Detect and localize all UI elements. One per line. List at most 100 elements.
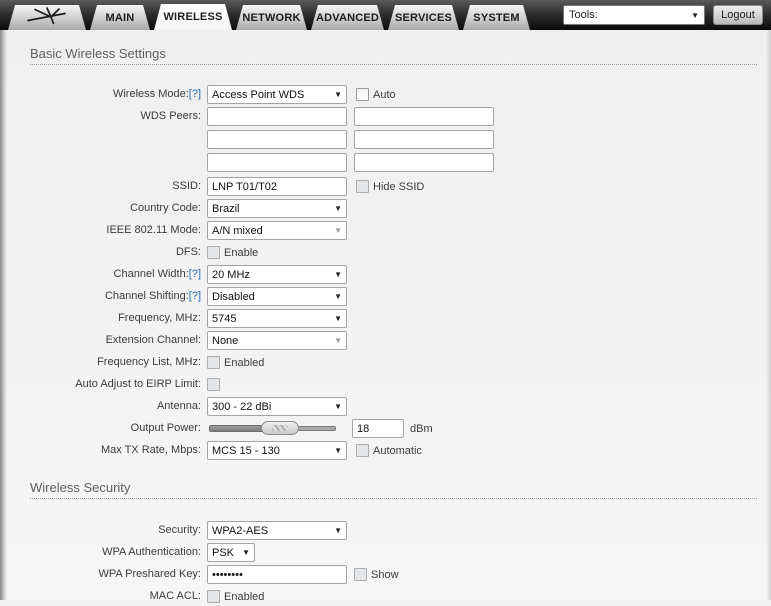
channel-width-label: Channel Width: <box>113 268 189 280</box>
frequency-list-label: Frequency List, MHz: <box>97 356 201 368</box>
mac-acl-row: MAC ACL: Enabled <box>0 587 771 606</box>
hide-ssid-checkbox[interactable] <box>356 180 369 193</box>
channel-width-select[interactable]: 20 MHz ▼ <box>207 265 347 284</box>
frequency-value: 5745 <box>212 312 237 325</box>
channel-shifting-row: Channel Shifting:[?] Disabled ▼ <box>0 287 771 306</box>
wireless-mode-auto-checkbox[interactable] <box>356 88 369 101</box>
top-navigation-bar: MAIN WIRELESS NETWORK ADVANCED SERVICES … <box>0 0 771 30</box>
output-power-unit: dBm <box>410 422 433 435</box>
tools-select-value: Tools: <box>569 9 598 21</box>
antenna-row: Antenna: 300 - 22 dBi ▼ <box>0 397 771 416</box>
output-power-input[interactable] <box>352 419 404 438</box>
ieee-mode-select: A/N mixed ▼ <box>207 221 347 240</box>
wds-peers-row: WDS Peers: <box>0 107 771 172</box>
dfs-label: DFS: <box>175 246 201 258</box>
dfs-enable-checkbox[interactable] <box>207 246 220 259</box>
wireless-mode-value: Access Point WDS <box>212 88 305 101</box>
chevron-down-icon: ▼ <box>242 547 250 557</box>
antenna-label: Antenna: <box>156 400 201 412</box>
wds-peer-input-2[interactable] <box>354 107 494 126</box>
ieee-mode-value: A/N mixed <box>212 224 263 237</box>
channel-width-value: 20 MHz <box>212 268 250 281</box>
tab-services[interactable]: SERVICES <box>388 5 459 30</box>
channel-width-help-link[interactable]: [?] <box>189 268 201 280</box>
frequency-list-enabled-checkbox[interactable] <box>207 356 220 369</box>
security-label: Security: <box>158 524 201 536</box>
chevron-down-icon: ▼ <box>334 269 342 279</box>
frequency-row: Frequency, MHz: 5745 ▼ <box>0 309 771 328</box>
frequency-list-row: Frequency List, MHz: Enabled <box>0 353 771 372</box>
wds-peer-input-1[interactable] <box>207 107 347 126</box>
security-row: Security: WPA2-AES ▼ <box>0 521 771 540</box>
page-content: Basic Wireless Settings Wireless Mode:[?… <box>0 30 771 603</box>
chevron-down-icon: ▼ <box>334 203 342 213</box>
frequency-list-enabled-label: Enabled <box>224 356 265 369</box>
wireless-mode-help-link[interactable]: [?] <box>189 88 201 100</box>
topbar-right-controls: Tools: ▼ Logout <box>563 5 763 25</box>
extension-channel-row: Extension Channel: None ▼ <box>0 331 771 350</box>
antenna-select[interactable]: 300 - 22 dBi ▼ <box>207 397 347 416</box>
extension-channel-select: None ▼ <box>207 331 347 350</box>
country-code-row: Country Code: Brazil ▼ <box>0 199 771 218</box>
slider-handle[interactable] <box>261 421 299 435</box>
wpa-preshared-key-row: WPA Preshared Key: Show <box>0 565 771 584</box>
eirp-limit-row: Auto Adjust to EIRP Limit: <box>0 375 771 394</box>
channel-shifting-select[interactable]: Disabled ▼ <box>207 287 347 306</box>
wds-peer-input-4[interactable] <box>354 130 494 149</box>
frequency-label: Frequency, MHz: <box>118 312 201 324</box>
ieee-mode-label: IEEE 802.11 Mode: <box>106 224 201 236</box>
tab-main[interactable]: MAIN <box>90 5 150 30</box>
country-code-select[interactable]: Brazil ▼ <box>207 199 347 218</box>
channel-shifting-label: Channel Shifting: <box>104 290 189 302</box>
mac-acl-label: MAC ACL: <box>149 590 201 602</box>
extension-channel-label: Extension Channel: <box>105 334 201 346</box>
show-key-checkbox[interactable] <box>354 568 367 581</box>
frequency-select[interactable]: 5745 ▼ <box>207 309 347 328</box>
eirp-limit-checkbox[interactable] <box>207 378 220 391</box>
slider-fill <box>209 425 265 432</box>
chevron-down-icon: ▼ <box>334 525 342 535</box>
max-tx-rate-automatic-checkbox[interactable] <box>356 444 369 457</box>
max-tx-rate-label: Max TX Rate, Mbps: <box>100 444 201 456</box>
hide-ssid-label: Hide SSID <box>373 180 425 193</box>
chevron-down-icon: ▼ <box>334 335 342 345</box>
extension-channel-value: None <box>212 334 239 347</box>
max-tx-rate-select[interactable]: MCS 15 - 130 ▼ <box>207 441 347 460</box>
wds-peer-input-6[interactable] <box>354 153 494 172</box>
wpa-authentication-select[interactable]: PSK ▼ <box>207 543 255 562</box>
output-power-slider[interactable] <box>209 421 336 436</box>
wds-peers-label: WDS Peers: <box>140 110 201 122</box>
tab-network[interactable]: NETWORK <box>236 5 307 30</box>
wpa-authentication-label: WPA Authentication: <box>102 546 201 558</box>
wireless-mode-select[interactable]: Access Point WDS ▼ <box>207 85 347 104</box>
wpa-preshared-key-input[interactable] <box>207 565 347 584</box>
wireless-security-title: Wireless Security <box>30 480 757 499</box>
channel-shifting-help-link[interactable]: [?] <box>189 290 201 302</box>
max-tx-rate-automatic-label: Automatic <box>373 444 422 457</box>
tab-system[interactable]: SYSTEM <box>463 5 530 30</box>
logo-tab[interactable] <box>8 5 86 30</box>
wireless-security-form: Security: WPA2-AES ▼ WPA Authentication:… <box>0 521 771 606</box>
ubiquiti-antenna-logo-icon <box>24 7 70 28</box>
tools-select[interactable]: Tools: ▼ <box>563 5 705 25</box>
wpa-authentication-value: PSK <box>212 546 235 559</box>
output-power-label: Output Power: <box>130 422 201 434</box>
tab-wireless[interactable]: WIRELESS <box>154 4 232 30</box>
tab-advanced[interactable]: ADVANCED <box>311 5 384 30</box>
ieee-mode-row: IEEE 802.11 Mode: A/N mixed ▼ <box>0 221 771 240</box>
chevron-down-icon: ▼ <box>334 445 342 455</box>
wpa-preshared-key-label: WPA Preshared Key: <box>98 568 201 580</box>
basic-wireless-settings-title: Basic Wireless Settings <box>30 46 757 65</box>
wireless-mode-row: Wireless Mode:[?] Access Point WDS ▼ Aut… <box>0 85 771 104</box>
chevron-down-icon: ▼ <box>334 225 342 235</box>
mac-acl-enabled-checkbox[interactable] <box>207 590 220 603</box>
wds-peer-input-3[interactable] <box>207 130 347 149</box>
ssid-input[interactable] <box>207 177 347 196</box>
security-select[interactable]: WPA2-AES ▼ <box>207 521 347 540</box>
max-tx-rate-value: MCS 15 - 130 <box>212 444 280 457</box>
chevron-down-icon: ▼ <box>334 291 342 301</box>
channel-width-row: Channel Width:[?] 20 MHz ▼ <box>0 265 771 284</box>
logout-button[interactable]: Logout <box>713 5 763 25</box>
wds-peer-input-5[interactable] <box>207 153 347 172</box>
chevron-down-icon: ▼ <box>691 10 699 20</box>
